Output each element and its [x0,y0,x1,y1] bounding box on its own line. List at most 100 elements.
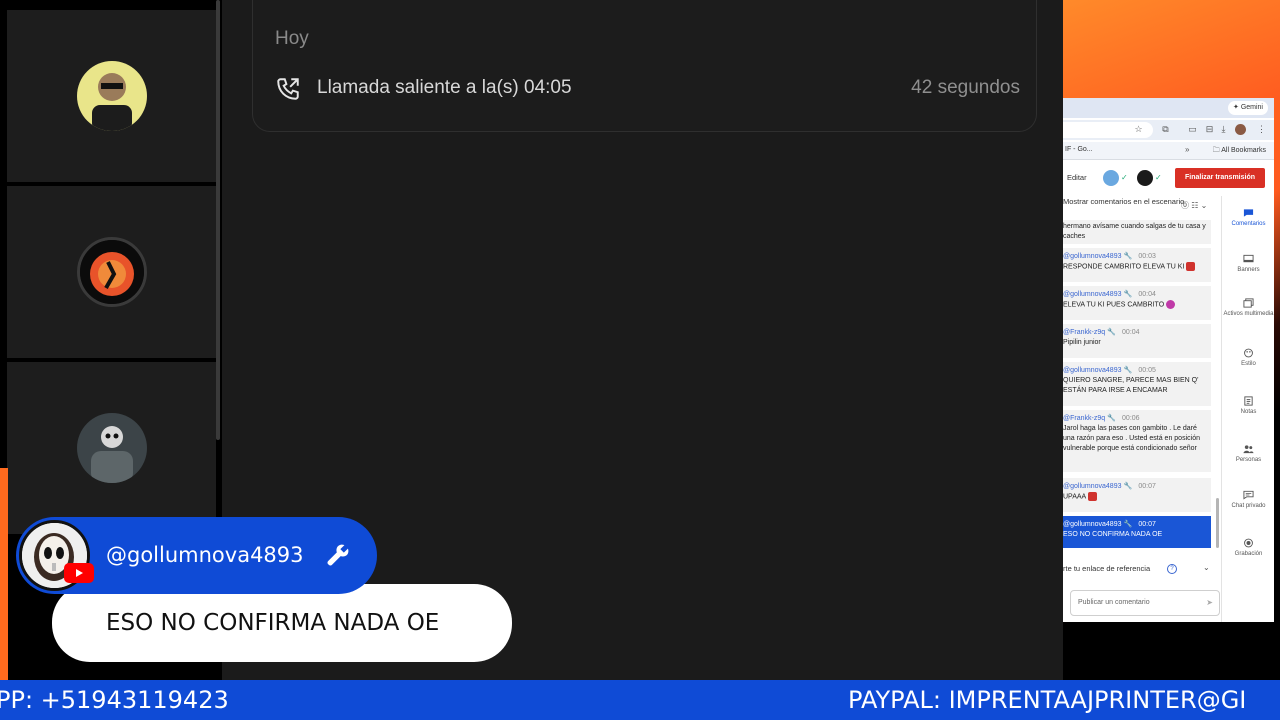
wrench-icon: 🔧 [1107,329,1116,336]
featured-comment-bubble: ESO NO CONFIRMA NADA OE [52,584,512,662]
commenter-username: @gollumnova4893 [106,543,304,567]
chevron-down-icon[interactable]: ⌄ [1203,563,1210,572]
rail-label: Comentarios [1231,221,1266,227]
reader-icon[interactable]: ⊟ [1204,124,1215,135]
extensions-icon[interactable]: ⧉ [1160,124,1171,135]
rail-item-banners[interactable]: Banners [1222,254,1274,274]
message-time: 00:05 [1138,367,1156,374]
download-icon[interactable]: ⤓ [1218,124,1229,135]
list-item[interactable]: @gollumnova4893 🔧 00:07 UPAAA [1063,478,1211,512]
gemini-label: Gemini [1240,104,1263,111]
send-icon[interactable]: ➤ [1206,591,1213,615]
comment-placeholder: Publicar un comentario [1078,599,1150,606]
rail-item-estilo[interactable]: Estilo [1222,348,1274,368]
outgoing-call-icon [277,78,299,100]
call-duration: 42 segundos [911,77,1020,98]
participant-tile[interactable] [7,10,216,182]
list-item[interactable]: hermano avísame cuando salgas de tu casa… [1063,220,1211,244]
edit-button[interactable]: Editar [1067,173,1087,182]
rail-item-grabacion[interactable]: Grabación [1222,538,1274,558]
avatar[interactable] [1103,170,1119,186]
record-icon [1244,538,1253,548]
message-body: QUIERO SANGRE, PARECE MAS BIEN Q' ESTÁN … [1063,377,1199,394]
rail-label: Grabación [1234,551,1263,557]
message-time: 00:04 [1138,291,1156,298]
list-item-active[interactable]: @gollumnova4893 🔧 00:07 ESO NO CONFIRMA … [1063,516,1211,548]
bottom-ticker: PP: +51943119423 PAYPAL: IMPRENTAAJPRINT… [0,680,1280,720]
wrench-icon: 🔧 [1123,521,1133,528]
message-author: @gollumnova4893 [1063,367,1122,374]
message-body: ESO NO CONFIRMA NADA OE [1063,531,1163,538]
message-time: 00:07 [1138,521,1156,528]
scrollbar[interactable] [1216,498,1219,548]
featured-comment-text: ESO NO CONFIRMA NADA OE [106,610,440,636]
settings-icon[interactable]: ⓪ ☷ ⌄ [1181,200,1207,212]
message-author: @gollumnova4893 [1063,291,1122,298]
bookmark-item[interactable]: IF - Go... [1065,146,1093,153]
referral-label: rte tu enlace de referencia [1063,564,1151,573]
all-bookmarks-label: All Bookmarks [1221,147,1266,154]
list-item[interactable]: @gollumnova4893 🔧 00:05 QUIERO SANGRE, P… [1063,362,1211,406]
avatar [76,61,147,131]
message-author: @Frankk-z9q [1063,329,1106,336]
message-author: @Frankk-z9q [1063,415,1106,422]
chevron-right-icon[interactable]: » [1185,145,1189,154]
end-stream-button[interactable]: Finalizar transmisión [1175,168,1265,188]
participant-tile[interactable] [7,362,216,534]
chat-icon [1243,490,1254,500]
studio-side-rail: Comentarios Banners Activos multimedia E… [1221,196,1274,622]
list-item[interactable]: @gollumnova4893 🔧 00:04 ELEVA TU KI PUES… [1063,286,1211,320]
message-body: UPAAA [1063,493,1087,501]
rail-item-notas[interactable]: Notas [1222,396,1274,416]
call-entry-text: Llamada saliente a la(s) 04:05 [317,77,572,98]
cast-icon[interactable]: ▭ [1187,124,1198,135]
rail-label: Personas [1235,457,1262,463]
media-icon [1243,298,1254,308]
message-author: @gollumnova4893 [1063,483,1122,490]
message-body: hermano avísame cuando salgas de tu casa… [1063,223,1206,240]
check-icon: ✓ [1155,173,1162,182]
call-day-label: Hoy [275,28,309,49]
profile-icon[interactable] [1235,124,1246,135]
all-bookmarks[interactable]: 🗀 All Bookmarks [1213,146,1266,157]
avatar[interactable] [1137,170,1153,186]
help-icon[interactable]: ? [1167,564,1177,574]
rail-item-personas[interactable]: Personas [1222,444,1274,464]
menu-icon[interactable]: ⋮ [1256,124,1267,135]
people-icon [1243,445,1254,454]
emoji-icon [1166,300,1176,309]
message-author: @gollumnova4893 [1063,521,1122,528]
participant-tile[interactable] [7,186,216,358]
list-item[interactable]: @Frankk-z9q 🔧 00:04 Pipilin junior [1063,324,1211,358]
referral-section[interactable]: rte tu enlace de referencia ? ⌄ [1063,563,1213,578]
rail-item-comentarios[interactable]: Comentarios [1222,208,1274,228]
message-time: 00:07 [1138,483,1156,490]
stream-screen: Hoy Llamada saliente a la(s) 04:05 42 se… [0,0,1280,720]
rail-label: Activos multimedia [1223,311,1274,317]
list-item[interactable]: @Frankk-z9q 🔧 00:06 Jarol haga las pases… [1063,410,1211,472]
show-comments-toggle[interactable]: Mostrar comentarios en el escenario ⓪ ☷ … [1063,196,1208,220]
comments-list: hermano avísame cuando salgas de tu casa… [1063,220,1213,550]
wrench-icon: 🔧 [1123,291,1133,298]
message-time: 00:04 [1122,329,1140,336]
palette-icon [1244,348,1253,358]
scrollbar[interactable] [216,0,220,440]
rail-item-activos[interactable]: Activos multimedia [1222,298,1274,318]
rail-label: Notas [1240,409,1257,415]
emoji-icon [1186,262,1196,271]
message-time: 00:03 [1138,253,1156,260]
message-body: Jarol haga las pases con gambito . Le da… [1063,425,1200,452]
list-item[interactable]: @gollumnova4893 🔧 00:03 RESPONDE CAMBRIT… [1063,248,1211,282]
ticker-right-text: PAYPAL: IMPRENTAAJPRINTER@GI [848,686,1247,714]
avatar [76,413,147,483]
check-icon: ✓ [1121,173,1128,182]
address-bar: ☆ ⧉ ▭ ⊟ ⤓ ⋮ [1063,120,1274,140]
banner-icon [1243,254,1254,263]
emoji-icon [1088,492,1098,501]
star-icon[interactable]: ☆ [1133,124,1144,135]
message-time: 00:06 [1122,415,1140,422]
gemini-button[interactable]: ✦ Gemini [1228,101,1268,115]
rail-item-chat-privado[interactable]: Chat privado [1222,490,1274,510]
message-body: RESPONDE CAMBRITO ELEVA TU KI [1063,263,1185,271]
comment-input[interactable]: Publicar un comentario ➤ [1070,590,1220,616]
